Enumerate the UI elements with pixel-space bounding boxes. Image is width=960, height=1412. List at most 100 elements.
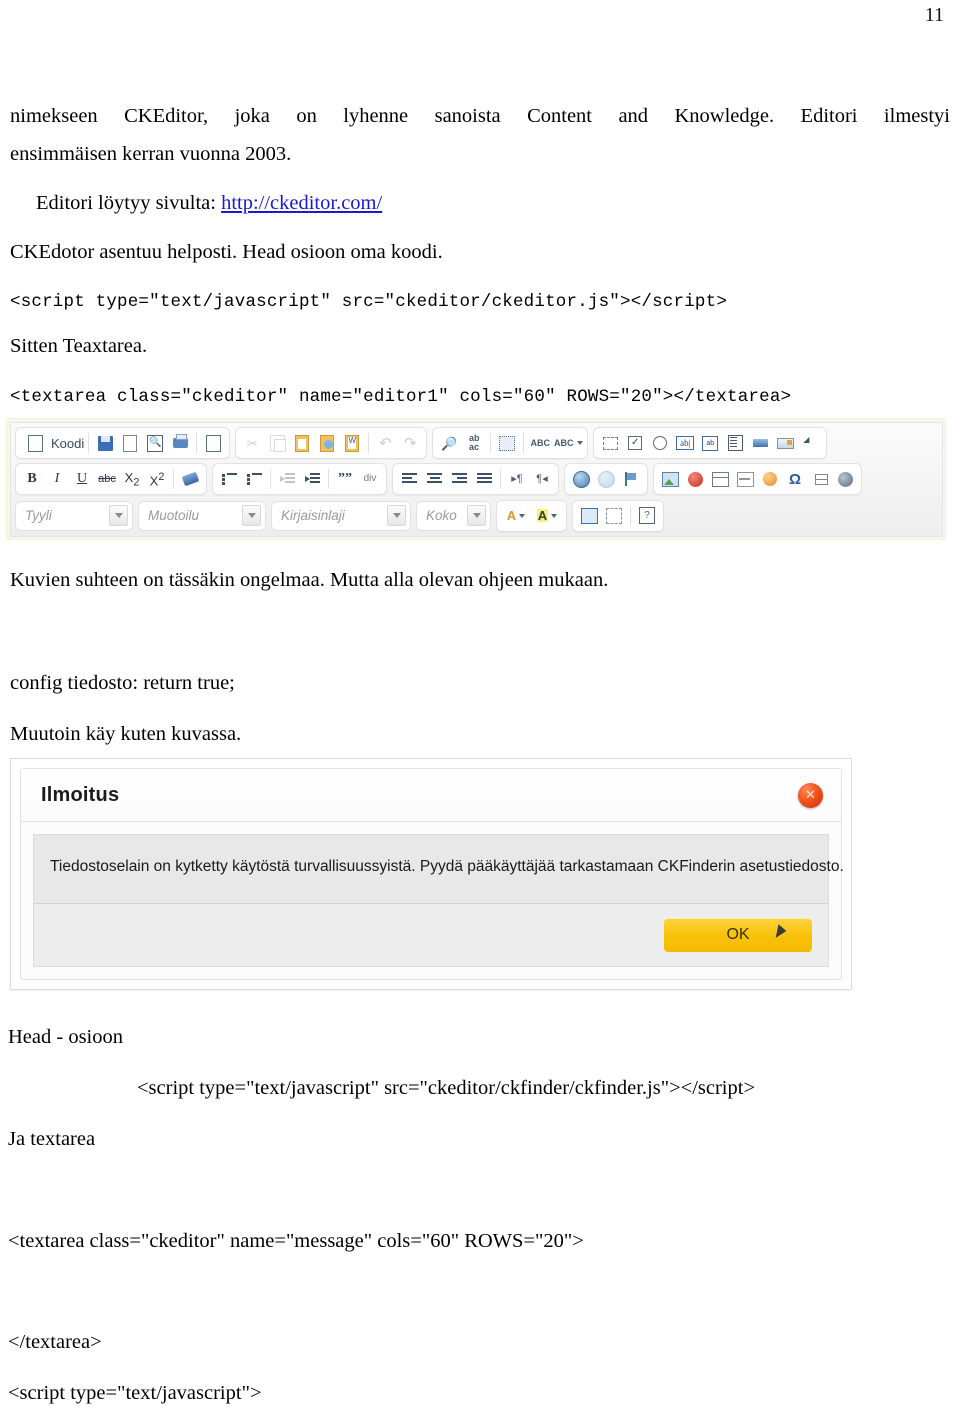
dialog-body: Tiedostoselain on kytketty käytöstä turv… (33, 834, 844, 903)
italic-icon[interactable]: I (45, 467, 69, 491)
text-color-icon[interactable]: A (501, 504, 531, 528)
print-icon[interactable] (168, 431, 192, 455)
undo-icon[interactable]: ↶ (373, 431, 397, 455)
strike-icon[interactable]: abc (95, 467, 119, 491)
new-page-icon[interactable] (118, 431, 142, 455)
horizontal-rule-icon[interactable] (733, 467, 757, 491)
close-icon[interactable]: ✕ (798, 782, 823, 808)
dialog-title-bar: Ilmoitus ✕ (21, 769, 841, 822)
font-combo-label: Kirjaisinlaji (281, 508, 345, 524)
unlink-icon[interactable] (594, 467, 618, 491)
flash-icon[interactable] (683, 467, 707, 491)
source-icon[interactable] (20, 431, 50, 455)
bold-icon[interactable]: B (20, 467, 44, 491)
page-break-icon[interactable] (808, 467, 832, 491)
ltr-icon[interactable]: ▸¶ (505, 467, 529, 491)
image-icon[interactable] (658, 467, 682, 491)
code-textarea-close: </textarea> (8, 1331, 102, 1353)
scayt-icon[interactable]: ABC (553, 431, 583, 455)
anchor-icon[interactable] (619, 467, 643, 491)
toolbar-row-1: Koodi 🔍 ✂ ↶ ↷ (13, 425, 940, 461)
separator (523, 433, 525, 454)
align-left-icon[interactable] (397, 467, 421, 491)
paste-text-icon[interactable] (315, 431, 339, 455)
toolbar-group-basicstyles: B I U abc X2 X2 (15, 463, 207, 496)
hidden-field-icon[interactable]: ◢ (798, 431, 822, 455)
toolbar-group-editing: 🔎 ab ac ABC ABC (432, 427, 589, 460)
select-all-icon[interactable] (495, 431, 519, 455)
ckeditor-site-link[interactable]: http://ckeditor.com/ (221, 192, 382, 214)
outdent-icon[interactable] (275, 467, 299, 491)
separator (500, 469, 501, 490)
superscript-icon[interactable]: X2 (145, 467, 169, 491)
bg-color-icon[interactable]: A (532, 504, 562, 528)
iframe-icon[interactable] (833, 467, 857, 491)
templates-icon[interactable] (201, 431, 225, 455)
paragraph-head-section: Head - osioon (8, 1026, 124, 1048)
align-right-icon[interactable] (447, 467, 471, 491)
paragraph-images-problem: Kuvien suhteen on tässäkin ongelmaa. Mut… (10, 569, 609, 591)
subscript-icon[interactable]: X2 (120, 467, 144, 491)
toolbar-group-align: ▸¶ ¶◂ (392, 463, 559, 496)
bulleted-list-icon[interactable] (242, 467, 266, 491)
rtl-icon[interactable]: ¶◂ (530, 467, 554, 491)
dialog-footer: OK (33, 903, 829, 967)
code-script-ckeditor: <script type="text/javascript" src="cked… (10, 292, 728, 312)
separator (88, 433, 90, 454)
blockquote-icon[interactable]: ”” (333, 467, 357, 491)
cut-icon[interactable]: ✂ (240, 431, 264, 455)
smiley-icon[interactable] (758, 467, 782, 491)
replace-icon[interactable]: ab ac (462, 431, 486, 455)
redo-icon[interactable]: ↷ (398, 431, 422, 455)
align-justify-icon[interactable] (472, 467, 496, 491)
textarea-icon[interactable]: ab (698, 431, 722, 455)
style-combo-label: Tyyli (25, 508, 52, 524)
alert-dialog: Ilmoitus ✕ Tiedostoselain on kytketty kä… (20, 768, 844, 980)
paste-from-word-icon[interactable] (340, 431, 364, 455)
paragraph-intro-line2: ensimmäisen kerran vuonna 2003. (10, 143, 292, 165)
separator (630, 505, 631, 526)
remove-format-icon[interactable] (178, 467, 202, 491)
ckeditor-toolbar-screenshot: Koodi 🔍 ✂ ↶ ↷ (6, 418, 946, 540)
style-combo[interactable]: Tyyli (15, 500, 133, 531)
checkbox-icon[interactable]: ✓ (623, 431, 647, 455)
separator (270, 469, 271, 490)
textfield-icon[interactable]: ab| (673, 431, 697, 455)
form-icon[interactable] (598, 431, 622, 455)
paste-icon[interactable] (290, 431, 314, 455)
separator (196, 433, 198, 454)
chevron-down-icon[interactable] (467, 505, 486, 527)
font-combo[interactable]: Kirjaisinlaji (271, 500, 411, 531)
create-div-icon[interactable]: div (358, 467, 382, 491)
paragraph-textarea: Sitten Teaxtarea. (10, 335, 148, 357)
numbered-list-icon[interactable] (217, 467, 241, 491)
chevron-down-icon[interactable] (387, 505, 406, 527)
chevron-down-icon[interactable] (242, 505, 261, 527)
copy-icon[interactable] (265, 431, 289, 455)
save-icon[interactable] (93, 431, 117, 455)
indent-icon[interactable] (300, 467, 324, 491)
select-field-icon[interactable] (723, 431, 747, 455)
chevron-down-icon[interactable] (109, 505, 128, 527)
button-icon[interactable] (748, 431, 772, 455)
maximize-icon[interactable] (577, 504, 601, 528)
toolbar-group-clipboard: ✂ ↶ ↷ (235, 427, 428, 460)
link-icon[interactable] (569, 467, 593, 491)
ok-button-label: OK (726, 926, 750, 943)
ok-button[interactable]: OK (664, 918, 812, 952)
spellcheck-icon[interactable]: ABC (528, 431, 552, 455)
about-icon[interactable]: ? (635, 504, 659, 528)
show-blocks-icon[interactable] (602, 504, 626, 528)
special-char-icon[interactable]: Ω (783, 467, 807, 491)
paragraph-otherwise: Muutoin käy kuten kuvassa. (10, 723, 242, 745)
fontsize-combo[interactable]: Koko (416, 500, 491, 531)
radio-icon[interactable] (648, 431, 672, 455)
find-icon[interactable]: 🔎 (437, 431, 461, 455)
image-button-icon[interactable] (773, 431, 797, 455)
source-label[interactable]: Koodi (51, 431, 84, 455)
underline-icon[interactable]: U (70, 467, 94, 491)
preview-icon[interactable]: 🔍 (143, 431, 167, 455)
format-combo[interactable]: Muotoilu (138, 500, 266, 531)
table-icon[interactable] (708, 467, 732, 491)
align-center-icon[interactable] (422, 467, 446, 491)
